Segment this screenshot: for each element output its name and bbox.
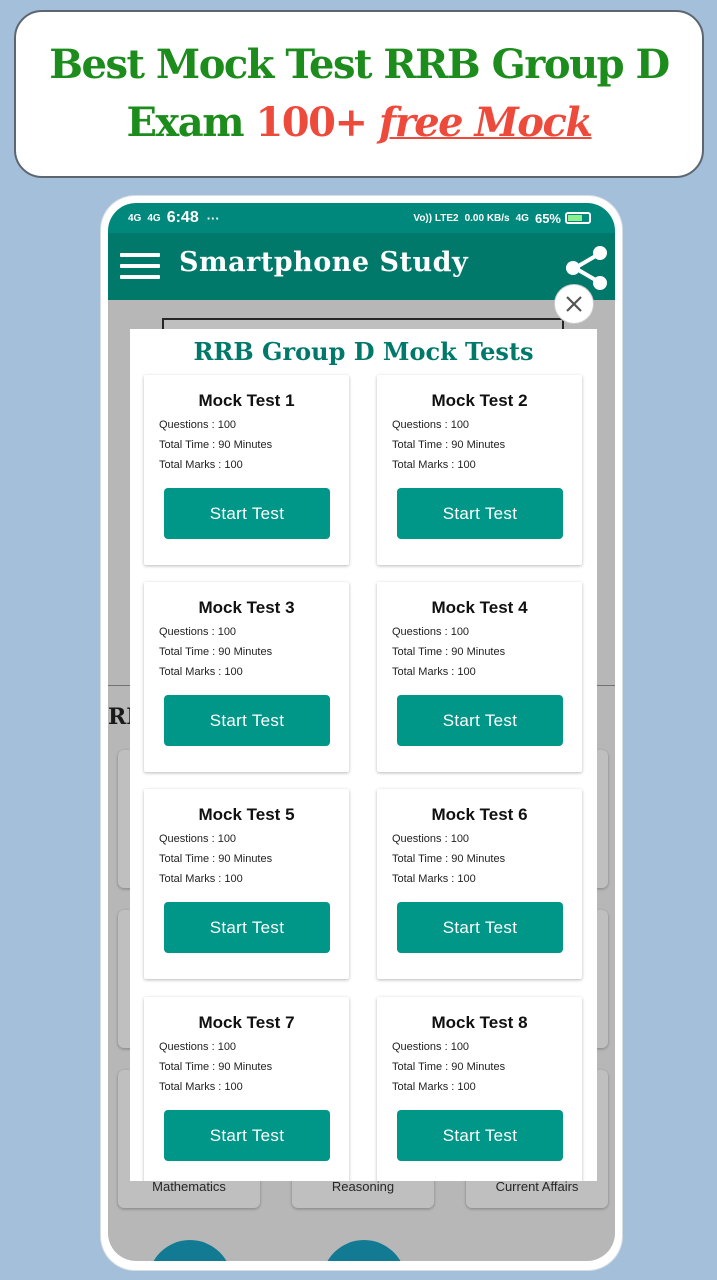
total-marks: Total Marks : 100 (392, 459, 476, 471)
total-marks: Total Marks : 100 (392, 666, 476, 678)
total-time: Total Time : 90 Minutes (159, 646, 273, 658)
close-icon (566, 296, 582, 312)
questions-count: Questions : 100 (159, 626, 237, 638)
questions-count: Questions : 100 (159, 1041, 237, 1053)
promo-banner: Best Mock Test RRB Group D Exam 100+ fre… (14, 10, 704, 178)
mock-test-card: Mock Test 3 Questions : 100 Total Time :… (144, 582, 349, 772)
total-marks: Total Marks : 100 (159, 666, 243, 678)
status-time: 6:48 (166, 209, 199, 226)
start-test-button[interactable]: Start Test (397, 902, 563, 953)
app-bar: Smartphone Study (108, 233, 615, 300)
total-marks: Total Marks : 100 (159, 1081, 243, 1093)
net-type: 4G (515, 212, 529, 224)
total-time: Total Time : 90 Minutes (392, 1061, 506, 1073)
mock-test-card: Mock Test 5 Questions : 100 Total Time :… (144, 789, 349, 979)
mock-test-card: Mock Test 4 Questions : 100 Total Time :… (377, 582, 582, 772)
total-time: Total Time : 90 Minutes (159, 1061, 273, 1073)
net-speed: 0.00 KB/s (465, 213, 510, 224)
phone-frame: 4G 4G 6:48 ··· Vo)) LTE2 0.00 KB/s 4G 65… (101, 196, 622, 1270)
dialog-title: RRB Group D Mock Tests (193, 337, 534, 366)
volte-indicator: Vo)) LTE2 (413, 212, 459, 224)
total-marks: Total Marks : 100 (159, 873, 243, 885)
total-marks: Total Marks : 100 (392, 1081, 476, 1093)
total-time: Total Time : 90 Minutes (159, 439, 273, 451)
mock-test-title: Mock Test 4 (431, 598, 528, 617)
questions-count: Questions : 100 (392, 833, 470, 845)
banner-headline-1: Best Mock Test RRB Group D (49, 41, 670, 88)
total-marks: Total Marks : 100 (159, 459, 243, 471)
start-test-button[interactable]: Start Test (397, 488, 563, 539)
total-time: Total Time : 90 Minutes (392, 439, 506, 451)
banner-headline-2: Exam 100+ free Mock (16, 94, 702, 152)
start-test-button[interactable]: Start Test (164, 1110, 330, 1161)
status-bar: 4G 4G 6:48 ··· Vo)) LTE2 0.00 KB/s 4G 65… (108, 203, 615, 233)
total-time: Total Time : 90 Minutes (392, 646, 506, 658)
phone-screen: 4G 4G 6:48 ··· Vo)) LTE2 0.00 KB/s 4G 65… (108, 203, 615, 1261)
total-time: Total Time : 90 Minutes (392, 853, 506, 865)
total-marks: Total Marks : 100 (392, 873, 476, 885)
total-time: Total Time : 90 Minutes (159, 853, 273, 865)
mock-test-card: Mock Test 7 Questions : 100 Total Time :… (144, 997, 349, 1181)
mock-test-title: Mock Test 7 (198, 1013, 295, 1032)
mock-test-title: Mock Test 5 (198, 805, 295, 824)
mock-tests-dialog: RRB Group D Mock Tests Mock Test 1 Quest… (130, 329, 597, 1181)
net-speed-value: 0.00 (464, 212, 485, 224)
more-notifications-icon: ··· (206, 210, 220, 226)
mock-test-card: Mock Test 2 Questions : 100 Total Time :… (377, 375, 582, 565)
questions-count: Questions : 100 (392, 626, 470, 638)
net-speed-unit: KB/s (486, 212, 510, 224)
banner-exam-text: Exam (126, 99, 256, 146)
questions-count: Questions : 100 (392, 1041, 470, 1053)
mock-test-title: Mock Test 3 (198, 598, 295, 617)
questions-count: Questions : 100 (392, 419, 470, 431)
banner-count: 100+ (255, 99, 368, 146)
battery-percent: 65% (534, 210, 561, 226)
close-dialog-button[interactable] (555, 285, 593, 323)
mock-test-card: Mock Test 8 Questions : 100 Total Time :… (377, 997, 582, 1181)
hamburger-menu-icon[interactable] (120, 253, 160, 281)
mock-test-title: Mock Test 6 (431, 805, 528, 824)
mock-test-title: Mock Test 8 (431, 1013, 528, 1032)
mock-test-card: Mock Test 1 Questions : 100 Total Time :… (144, 375, 349, 565)
mock-test-title: Mock Test 2 (431, 391, 528, 410)
app-title: Smartphone Study (179, 247, 469, 278)
start-test-button[interactable]: Start Test (397, 1110, 563, 1161)
mock-test-card: Mock Test 6 Questions : 100 Total Time :… (377, 789, 582, 979)
signal-1: 4G (128, 212, 142, 224)
mock-test-title: Mock Test 1 (198, 391, 295, 410)
signal-2: 4G (147, 212, 161, 224)
start-test-button[interactable]: Start Test (164, 695, 330, 746)
questions-count: Questions : 100 (159, 419, 237, 431)
start-test-button[interactable]: Start Test (397, 695, 563, 746)
start-test-button[interactable]: Start Test (164, 902, 330, 953)
banner-free-mock: free Mock (378, 99, 593, 146)
start-test-button[interactable]: Start Test (164, 488, 330, 539)
battery-icon (565, 212, 591, 224)
questions-count: Questions : 100 (159, 833, 237, 845)
